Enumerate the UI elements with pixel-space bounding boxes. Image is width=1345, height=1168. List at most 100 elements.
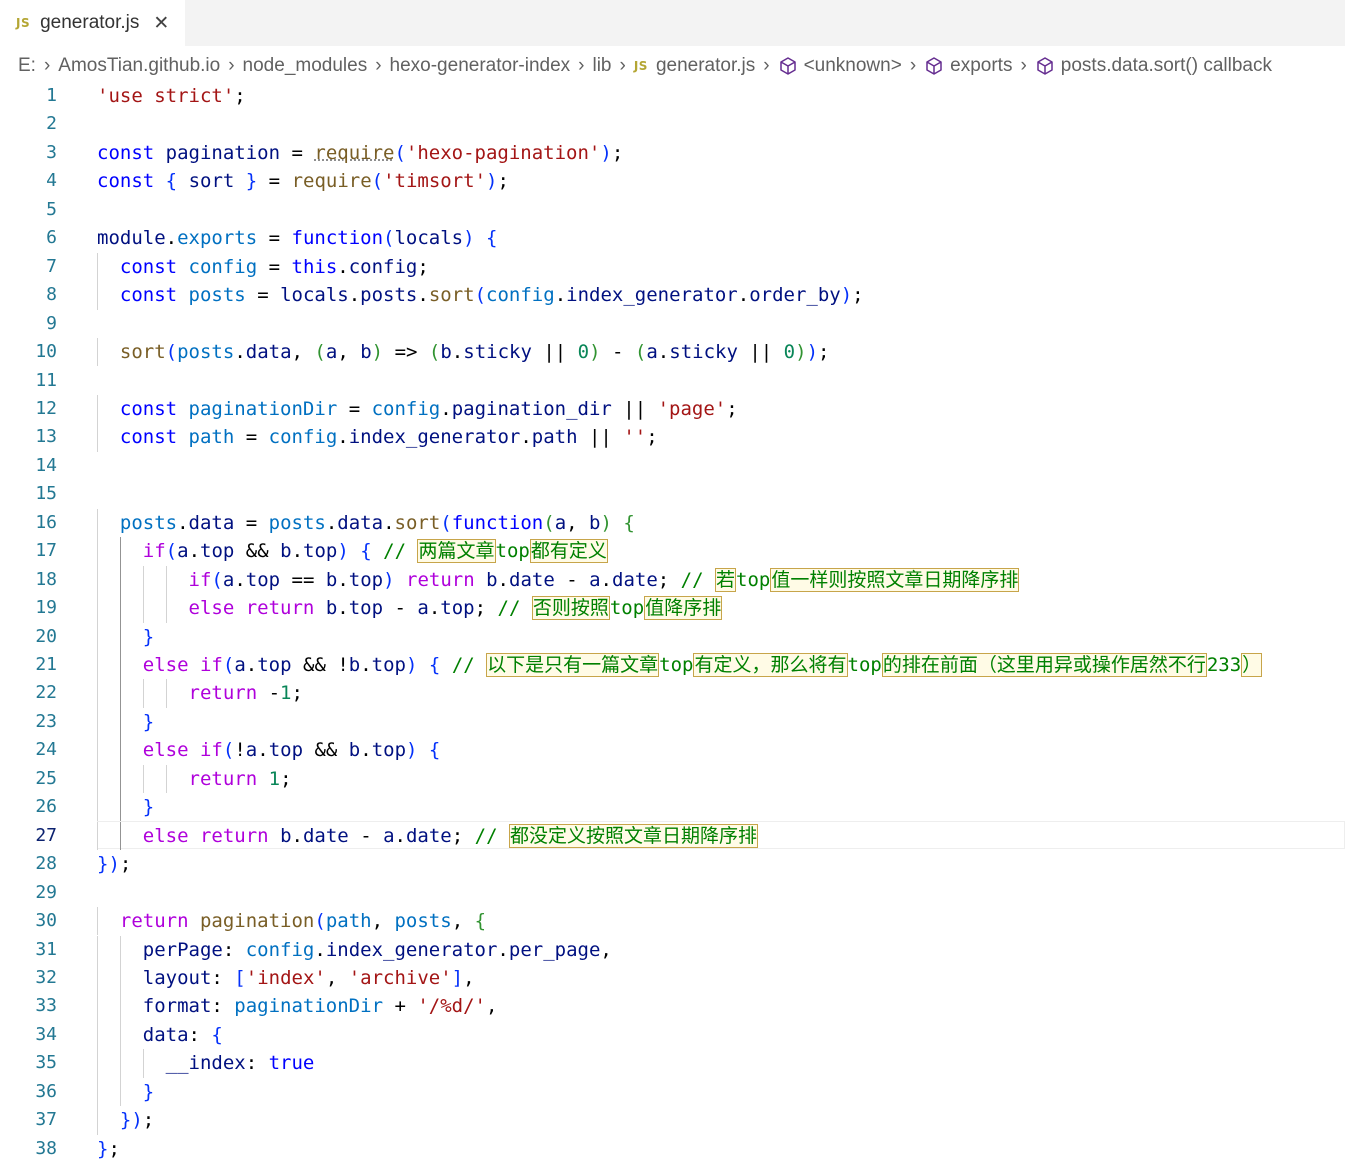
- line-number[interactable]: 26: [0, 793, 57, 821]
- tab-generator-js[interactable]: JS generator.js ✕: [0, 0, 185, 46]
- code-line[interactable]: 14: [0, 452, 1345, 480]
- line-number[interactable]: 12: [0, 395, 57, 423]
- code-line[interactable]: 28});: [0, 850, 1345, 878]
- line-number[interactable]: 15: [0, 480, 57, 508]
- code-text[interactable]: const posts = locals.posts.sort(config.i…: [97, 281, 864, 309]
- code-text[interactable]: const { sort } = require('timsort');: [97, 167, 509, 195]
- code-line[interactable]: 24 else if(!a.top && b.top) {: [0, 736, 1345, 765]
- code-line[interactable]: 4 const { sort } = require('timsort');: [0, 167, 1345, 195]
- code-line[interactable]: 13 const path = config.index_generator.p…: [0, 423, 1345, 452]
- code-text[interactable]: else return b.top - a.top; // 否则按照top值降序…: [97, 594, 723, 622]
- breadcrumb-item-package[interactable]: hexo-generator-index: [390, 55, 571, 77]
- code-text[interactable]: };: [97, 1135, 120, 1163]
- breadcrumb-item-drive[interactable]: E:: [18, 55, 36, 77]
- code-line[interactable]: 10 sort(posts.data, (a, b) => (b.sticky …: [0, 338, 1345, 367]
- code-text[interactable]: });: [97, 850, 131, 878]
- code-text[interactable]: __index: true: [97, 1049, 315, 1077]
- code-text[interactable]: const paginationDir = config.pagination_…: [97, 395, 738, 423]
- code-text[interactable]: }: [97, 708, 154, 736]
- line-number[interactable]: 9: [0, 310, 57, 338]
- code-line[interactable]: 17 if(a.top && b.top) { // 两篇文章top都有定义: [0, 537, 1345, 566]
- code-line[interactable]: 36 }: [0, 1077, 1345, 1107]
- code-text[interactable]: }: [97, 793, 154, 821]
- code-line[interactable]: 29: [0, 879, 1345, 907]
- code-text[interactable]: const config = this.config;: [97, 253, 429, 281]
- line-number[interactable]: 3: [0, 139, 57, 167]
- code-text[interactable]: else return b.date - a.date; // 都没定义按照文章…: [97, 822, 758, 850]
- code-text[interactable]: const path = config.index_generator.path…: [97, 423, 658, 451]
- breadcrumb-item-node-modules[interactable]: node_modules: [243, 55, 368, 77]
- code-line[interactable]: 3 const pagination = require('hexo-pagina…: [0, 139, 1345, 167]
- code-line[interactable]: 35 __index: true: [0, 1049, 1345, 1078]
- code-line[interactable]: 23 }: [0, 707, 1345, 737]
- line-number[interactable]: 25: [0, 765, 57, 793]
- code-line[interactable]: 34 data: {: [0, 1020, 1345, 1050]
- code-line[interactable]: 22 return -1;: [0, 679, 1345, 708]
- line-number[interactable]: 19: [0, 594, 57, 622]
- code-line[interactable]: 38};: [0, 1135, 1345, 1163]
- line-number[interactable]: 38: [0, 1135, 57, 1163]
- line-number[interactable]: 10: [0, 338, 57, 366]
- line-number[interactable]: 6: [0, 224, 57, 252]
- line-number[interactable]: 21: [0, 651, 57, 679]
- code-text[interactable]: return pagination(path, posts, {: [97, 907, 486, 935]
- code-text[interactable]: layout: ['index', 'archive'],: [97, 964, 475, 992]
- line-number[interactable]: 13: [0, 423, 57, 451]
- code-text[interactable]: module.exports = function(locals) {: [97, 224, 497, 252]
- line-number[interactable]: 14: [0, 452, 57, 480]
- line-number[interactable]: 8: [0, 281, 57, 309]
- code-text[interactable]: if(a.top == b.top) return b.date - a.dat…: [97, 566, 1020, 594]
- line-number[interactable]: 32: [0, 964, 57, 992]
- code-text[interactable]: data: {: [97, 1021, 223, 1049]
- code-text[interactable]: return 1;: [97, 765, 292, 793]
- line-number[interactable]: 22: [0, 679, 57, 707]
- code-line[interactable]: 5: [0, 196, 1345, 224]
- code-line[interactable]: 11: [0, 367, 1345, 395]
- code-text[interactable]: sort(posts.data, (a, b) => (b.sticky || …: [97, 338, 830, 366]
- code-line[interactable]: 25 return 1;: [0, 764, 1345, 794]
- code-line[interactable]: 21 else if(a.top && !b.top) { // 以下是只有一篇…: [0, 651, 1345, 680]
- breadcrumb-item-lib[interactable]: lib: [592, 55, 611, 77]
- breadcrumb-item-file[interactable]: generator.js: [656, 55, 755, 77]
- code-line[interactable]: 19 else return b.top - a.top; // 否则按照top…: [0, 594, 1345, 623]
- line-number[interactable]: 1: [0, 82, 57, 110]
- code-line[interactable]: 30 return pagination(path, posts, {: [0, 907, 1345, 936]
- line-number[interactable]: 30: [0, 907, 57, 935]
- breadcrumb-symbol-callback[interactable]: posts.data.sort() callback: [1061, 55, 1272, 77]
- line-number[interactable]: 37: [0, 1106, 57, 1134]
- code-text[interactable]: format: paginationDir + '/%d/',: [97, 992, 498, 1020]
- code-text[interactable]: }: [97, 1078, 154, 1106]
- breadcrumb-symbol-unknown[interactable]: <unknown>: [804, 55, 902, 77]
- line-number[interactable]: 11: [0, 367, 57, 395]
- code-text[interactable]: else if(!a.top && b.top) {: [97, 736, 441, 764]
- code-line[interactable]: 26 }: [0, 793, 1345, 822]
- line-number[interactable]: 34: [0, 1021, 57, 1049]
- code-text[interactable]: if(a.top && b.top) { // 两篇文章top都有定义: [97, 537, 608, 565]
- line-number[interactable]: 29: [0, 879, 57, 907]
- code-text[interactable]: const pagination = require('hexo-paginat…: [97, 139, 623, 167]
- line-number[interactable]: 24: [0, 736, 57, 764]
- code-line[interactable]: 18 if(a.top == b.top) return b.date - a.…: [0, 565, 1345, 595]
- close-icon[interactable]: ✕: [153, 12, 169, 35]
- code-line[interactable]: 32 layout: ['index', 'archive'],: [0, 963, 1345, 993]
- line-number[interactable]: 23: [0, 708, 57, 736]
- line-number[interactable]: 18: [0, 566, 57, 594]
- code-line[interactable]: 27 else return b.date - a.date; // 都没定义按…: [0, 820, 1345, 851]
- code-line[interactable]: 8 const posts = locals.posts.sort(config…: [0, 281, 1345, 310]
- line-number[interactable]: 7: [0, 253, 57, 281]
- code-line[interactable]: 20 }: [0, 622, 1345, 651]
- line-number[interactable]: 4: [0, 167, 57, 195]
- code-line[interactable]: 9: [0, 310, 1345, 338]
- line-number[interactable]: 28: [0, 850, 57, 878]
- code-line[interactable]: 16 posts.data = posts.data.sort(function…: [0, 508, 1345, 538]
- code-text[interactable]: 'use strict';: [97, 82, 246, 110]
- line-number[interactable]: 36: [0, 1078, 57, 1106]
- line-number[interactable]: 31: [0, 936, 57, 964]
- code-line[interactable]: 31 perPage: config.index_generator.per_p…: [0, 935, 1345, 964]
- line-number[interactable]: 2: [0, 110, 57, 138]
- code-line[interactable]: 15: [0, 480, 1345, 508]
- code-line[interactable]: 2: [0, 110, 1345, 138]
- code-text[interactable]: return -1;: [97, 679, 303, 707]
- code-line[interactable]: 12 const paginationDir = config.paginati…: [0, 394, 1345, 424]
- code-line[interactable]: 33 format: paginationDir + '/%d/',: [0, 992, 1345, 1021]
